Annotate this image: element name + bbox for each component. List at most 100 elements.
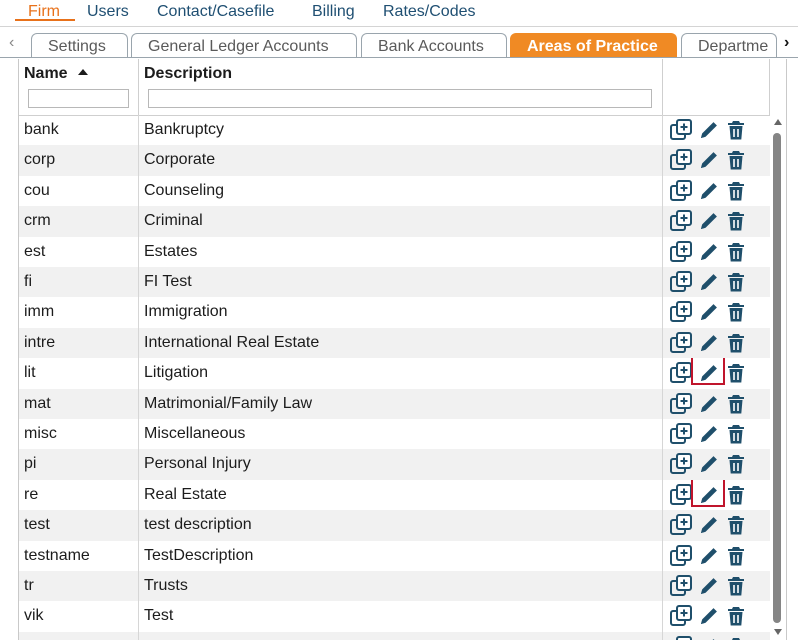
name-filter-input[interactable] [28,89,129,108]
copy-add-icon[interactable] [669,240,693,264]
copy-add-icon[interactable] [669,483,693,507]
vertical-scrollbar[interactable] [770,115,786,640]
trash-icon[interactable] [724,118,748,142]
sort-ascending-icon [78,69,88,75]
trash-icon[interactable] [724,240,748,264]
table-row[interactable]: vik Test [19,601,770,632]
trash-icon[interactable] [724,361,748,385]
scrollbar-thumb[interactable] [773,133,781,623]
pencil-icon[interactable] [697,331,721,355]
nav-users[interactable]: Users [87,3,129,21]
pencil-icon[interactable] [697,483,721,507]
row-name: tr [19,571,139,602]
copy-add-icon[interactable] [669,209,693,233]
trash-icon[interactable] [724,604,748,628]
pencil-icon[interactable] [697,452,721,476]
row-actions [663,176,770,206]
scroll-up-arrow[interactable] [774,119,782,125]
copy-add-icon[interactable] [669,422,693,446]
row-description: Counseling [139,175,663,207]
table-row[interactable]: re Real Estate [19,479,770,511]
row-name: misc [19,419,139,450]
copy-add-icon[interactable] [669,604,693,628]
trash-icon[interactable] [724,513,748,537]
copy-add-icon[interactable] [669,635,693,640]
copy-add-icon[interactable] [669,300,693,324]
table-row[interactable]: mat Matrimonial/Family Law [19,388,770,419]
nav-rates-codes[interactable]: Rates/Codes [383,3,476,21]
copy-add-icon[interactable] [669,148,693,172]
table-row[interactable]: bank Bankruptcy [19,115,770,146]
table-row[interactable]: cou Counseling [19,175,770,207]
copy-add-icon[interactable] [669,270,693,294]
trash-icon[interactable] [724,179,748,203]
description-column-header[interactable]: Description [139,59,663,115]
trash-icon[interactable] [724,148,748,172]
table-row[interactable]: misc Miscellaneous [19,419,770,450]
table-row[interactable]: testname TestDescription [19,540,770,571]
table-row[interactable]: fi FI Test [19,267,770,298]
copy-add-icon[interactable] [669,392,693,416]
row-actions [663,479,770,510]
table-row[interactable]: crm Criminal [19,206,770,237]
nav-billing[interactable]: Billing [312,3,355,21]
copy-add-icon[interactable] [669,331,693,355]
table-row[interactable]: pi Personal Injury [19,449,770,480]
trash-icon[interactable] [724,483,748,507]
pencil-icon[interactable] [697,118,721,142]
copy-add-icon[interactable] [669,361,693,385]
table-row[interactable]: intre International Real Estate [19,327,770,359]
nav-contact-casefile[interactable]: Contact/Casefile [157,3,274,21]
copy-add-icon[interactable] [669,118,693,142]
table-row[interactable]: corp Corporate [19,145,770,176]
pencil-icon[interactable] [697,300,721,324]
copy-add-icon[interactable] [669,544,693,568]
copy-add-icon[interactable] [669,179,693,203]
pencil-icon[interactable] [697,544,721,568]
row-description: Real Estate [139,479,663,511]
pencil-icon[interactable] [697,209,721,233]
tab-departments[interactable]: Departme [681,33,777,57]
pencil-icon[interactable] [697,422,721,446]
name-column-header[interactable]: Name [19,59,139,115]
pencil-icon[interactable] [697,574,721,598]
trash-icon[interactable] [724,635,748,640]
pencil-icon[interactable] [697,513,721,537]
trash-icon[interactable] [724,422,748,446]
table-row[interactable] [19,631,770,640]
trash-icon[interactable] [724,300,748,324]
trash-icon[interactable] [724,574,748,598]
pencil-icon[interactable] [697,179,721,203]
pencil-icon[interactable] [697,361,721,385]
copy-add-icon[interactable] [669,452,693,476]
table-row[interactable]: tr Trusts [19,571,770,602]
chevron-left-icon[interactable]: ‹ [9,34,14,52]
trash-icon[interactable] [724,544,748,568]
table-row[interactable]: test test description [19,510,770,541]
chevron-right-icon[interactable]: › [784,34,789,52]
pencil-icon[interactable] [697,240,721,264]
scroll-down-arrow[interactable] [774,629,782,635]
tab-bank-accounts[interactable]: Bank Accounts [361,33,507,57]
trash-icon[interactable] [724,452,748,476]
pencil-icon[interactable] [697,604,721,628]
table-row[interactable]: lit Litigation [19,358,770,389]
trash-icon[interactable] [724,331,748,355]
trash-icon[interactable] [724,270,748,294]
row-description: Trusts [139,571,663,602]
tab-settings[interactable]: Settings [31,33,128,57]
pencil-icon[interactable] [697,392,721,416]
description-filter-input[interactable] [148,89,652,108]
tab-areas-of-practice[interactable]: Areas of Practice [510,33,677,57]
trash-icon[interactable] [724,209,748,233]
pencil-icon[interactable] [697,148,721,172]
copy-add-icon[interactable] [669,574,693,598]
tab-general-ledger-accounts[interactable]: General Ledger Accounts [131,33,357,57]
table-row[interactable]: imm Immigration [19,297,770,328]
row-actions [663,419,770,449]
pencil-icon[interactable] [697,270,721,294]
table-row[interactable]: est Estates [19,236,770,267]
copy-add-icon[interactable] [669,513,693,537]
pencil-icon[interactable] [697,635,721,640]
trash-icon[interactable] [724,392,748,416]
